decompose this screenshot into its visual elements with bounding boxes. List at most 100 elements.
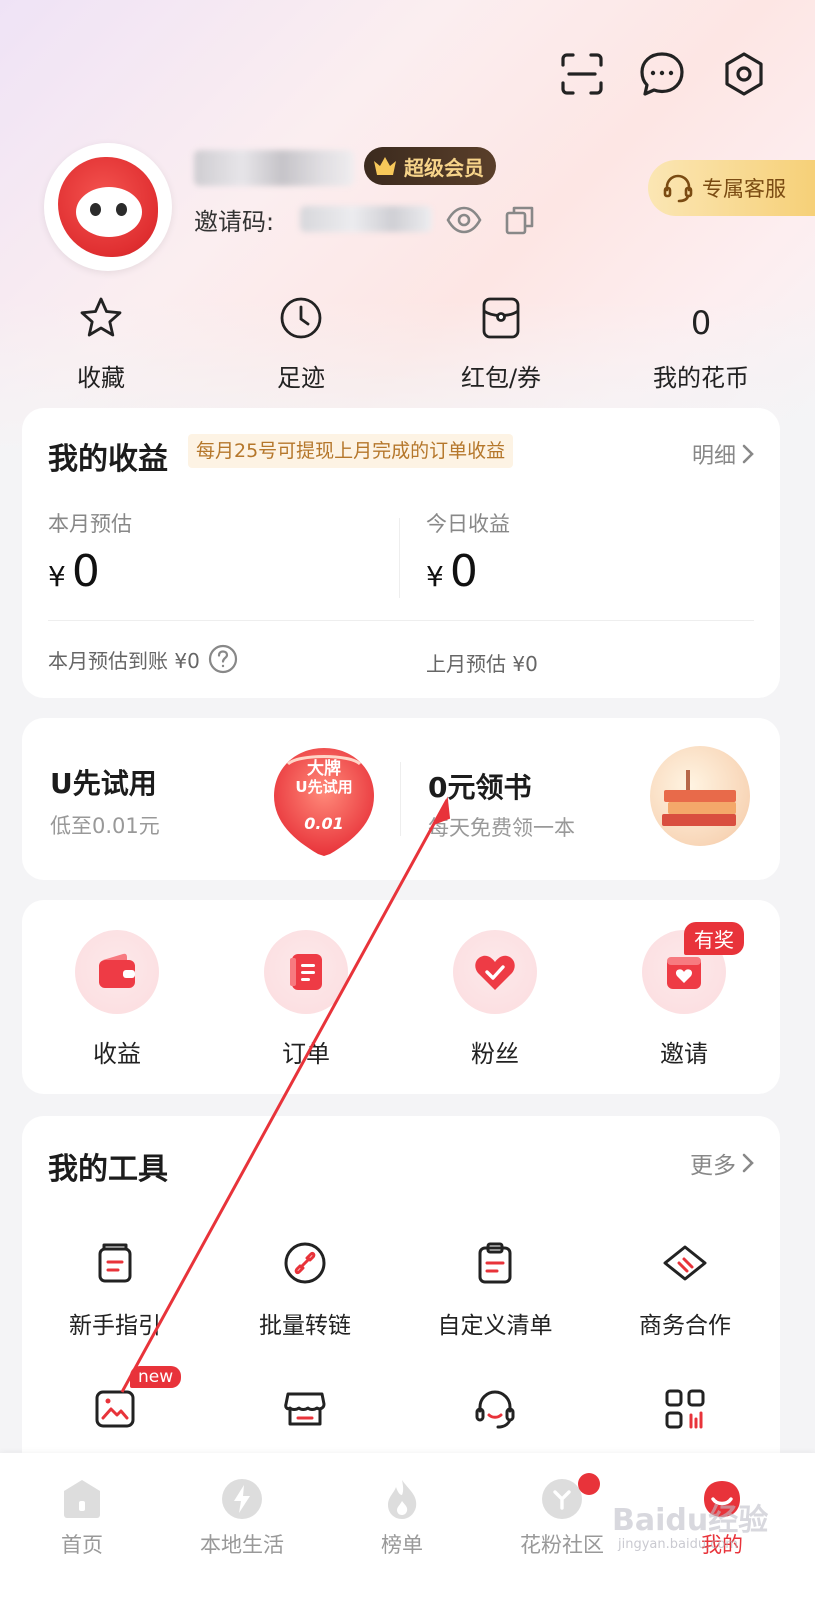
func-orders-label: 订单 <box>282 1040 330 1068</box>
heart-check-icon <box>475 955 515 990</box>
headset-icon <box>663 174 693 203</box>
tool-beginner-guide-label: 新手指引 <box>69 1313 161 1339</box>
nav-community-label: 花粉社区 <box>520 1533 604 1557</box>
headset-icon <box>475 1390 515 1429</box>
avatar-mascot <box>58 157 158 257</box>
tools-more-link[interactable]: 更多 <box>690 1146 754 1180</box>
star-icon <box>80 297 122 337</box>
quick-coins[interactable]: 0 我的花币 <box>636 292 766 393</box>
fire-icon <box>388 1480 417 1519</box>
toggle-visibility-button[interactable] <box>446 205 482 239</box>
watermark-brand: Baidu经验 <box>612 1503 769 1538</box>
tool-beginner-guide[interactable]: 新手指引 <box>25 1238 205 1340</box>
tool-apps[interactable] <box>595 1384 775 1434</box>
tool-store[interactable] <box>215 1384 395 1434</box>
func-fans[interactable]: 粉丝 <box>430 930 560 1069</box>
question-circle-icon <box>208 644 237 674</box>
nav-local-life[interactable]: 本地生活 <box>172 1477 312 1559</box>
handshake-icon <box>663 1245 707 1281</box>
promo-card: U先试用 低至0.01元 大牌 U先试用 0.01 0元领书 每天免费领一本 <box>22 718 780 880</box>
vip-badge[interactable]: 超级会员 <box>364 147 496 185</box>
message-button[interactable] <box>636 48 688 100</box>
chevron-right-icon <box>742 444 754 464</box>
today-earnings-label: 今日收益 <box>426 512 510 536</box>
earnings-detail-label: 明细 <box>691 444 736 469</box>
tool-custom-list[interactable]: 自定义清单 <box>405 1238 585 1340</box>
quick-history-label: 足迹 <box>277 364 325 392</box>
month-arrival: 本月预估到账 ¥0 <box>48 644 238 674</box>
help-button[interactable] <box>208 644 238 674</box>
quick-coupons[interactable]: 红包/券 <box>436 292 566 393</box>
divider <box>399 518 400 598</box>
book-stack-image <box>650 746 750 846</box>
username-blurred <box>194 150 354 186</box>
quick-coupons-label: 红包/券 <box>460 364 542 392</box>
tool-business[interactable]: 商务合作 <box>595 1238 775 1340</box>
trial-title: U先试用 <box>50 767 157 800</box>
month-estimate-value: ¥0 <box>48 546 100 597</box>
free-book-subtitle: 每天免费领一本 <box>428 816 575 840</box>
nav-home-label: 首页 <box>61 1533 103 1557</box>
apps-grid-icon <box>665 1389 705 1429</box>
tools-title: 我的工具 <box>48 1152 168 1187</box>
scan-button[interactable] <box>556 48 608 100</box>
home-icon <box>64 1480 100 1518</box>
store-icon <box>284 1392 326 1426</box>
clipboard-icon <box>478 1242 512 1284</box>
settings-button[interactable] <box>718 48 770 100</box>
month-arrival-text: 本月预估到账 ¥0 <box>48 648 200 673</box>
earnings-card: 我的收益 每月25号可提现上月完成的订单收益 明细 本月预估 ¥0 今日收益 ¥… <box>22 408 780 698</box>
tool-business-label: 商务合作 <box>639 1313 731 1339</box>
vip-label: 超级会员 <box>404 155 484 180</box>
image-icon <box>95 1390 135 1428</box>
invite-code-blurred <box>300 206 432 232</box>
func-invite-label: 邀请 <box>660 1040 708 1068</box>
nav-local-life-label: 本地生活 <box>200 1533 284 1557</box>
tool-custom-list-label: 自定义清单 <box>437 1313 553 1339</box>
copy-button[interactable] <box>504 204 536 240</box>
quick-coins-label: 我的花币 <box>653 364 749 392</box>
quick-history[interactable]: 足迹 <box>236 292 366 393</box>
scan-icon <box>561 53 603 95</box>
message-icon <box>640 52 684 96</box>
invite-icon <box>667 957 701 989</box>
wallet-icon <box>99 953 135 988</box>
nav-home[interactable]: 首页 <box>12 1477 152 1559</box>
earnings-detail-link[interactable]: 明细 <box>692 438 754 470</box>
quick-favorites[interactable]: 收藏 <box>36 292 166 393</box>
settings-hexagon-icon <box>725 52 763 96</box>
customer-service-label: 专属客服 <box>702 177 786 201</box>
quick-favorites-label: 收藏 <box>77 364 125 392</box>
nav-ranking-label: 榜单 <box>381 1533 423 1557</box>
func-earnings[interactable]: 收益 <box>52 930 182 1069</box>
nav-community[interactable]: 花粉社区 <box>492 1477 632 1559</box>
trial-subtitle: 低至0.01元 <box>50 814 160 838</box>
nav-ranking[interactable]: 榜单 <box>332 1477 472 1559</box>
avatar[interactable] <box>44 143 172 271</box>
last-month-estimate: 上月预估 ¥0 <box>426 652 538 676</box>
today-earnings-value: ¥0 <box>426 546 478 597</box>
guide-icon <box>98 1243 132 1283</box>
earnings-title: 我的收益 <box>48 442 168 477</box>
free-book-title: 0元领书 <box>428 771 532 804</box>
tool-image[interactable] <box>25 1384 205 1434</box>
func-orders[interactable]: 订单 <box>241 930 371 1069</box>
coin-balance: 0 <box>690 304 712 342</box>
invite-code-label: 邀请码: <box>194 208 275 236</box>
bottom-navigation: 首页 本地生活 榜单 花粉社区 我的 Baidu经验 jingyan.baidu… <box>0 1453 815 1600</box>
crown-icon <box>374 157 396 175</box>
tool-support[interactable] <box>405 1384 585 1434</box>
notification-dot <box>578 1473 600 1495</box>
reward-badge: 有奖 <box>684 922 744 955</box>
lightning-icon <box>222 1479 262 1519</box>
chevron-right-icon <box>742 1153 754 1173</box>
watermark-site: jingyan.baidu.com <box>618 1537 738 1552</box>
coupon-icon <box>482 297 520 339</box>
eye-icon <box>446 206 482 234</box>
tool-batch-link[interactable]: 批量转链 <box>215 1238 395 1340</box>
copy-icon <box>505 206 534 235</box>
customer-service-button[interactable]: 专属客服 <box>648 160 815 216</box>
func-fans-label: 粉丝 <box>471 1040 519 1068</box>
clock-icon <box>280 297 322 339</box>
tools-more-label: 更多 <box>690 1153 736 1179</box>
